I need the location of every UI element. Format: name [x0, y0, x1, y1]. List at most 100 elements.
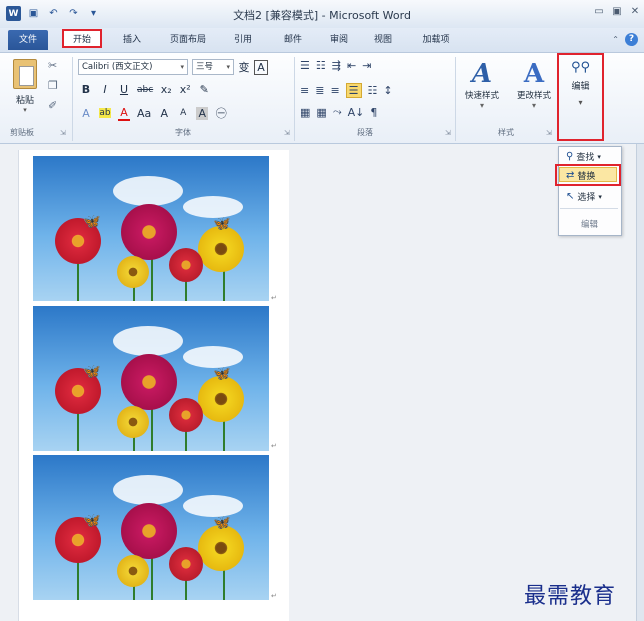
tab-view[interactable]: 视图	[366, 31, 400, 49]
styles-group-label: 样式	[498, 128, 514, 137]
grow-font-icon[interactable]: A	[158, 107, 170, 120]
chevron-down-icon: ▾	[479, 101, 484, 110]
styles-group: A 快速样式 ▾ A 更改样式 ▾	[460, 59, 556, 110]
close-button[interactable]: ✕	[630, 6, 640, 17]
text-effects-icon[interactable]: A	[80, 107, 92, 120]
underline-button[interactable]: U	[118, 83, 130, 96]
phonetic-guide-icon[interactable]: 变	[238, 59, 250, 75]
title-bar: W ▣ ↶ ↷ ▾ 文档2 [兼容模式] - Microsoft Word ▭ …	[0, 0, 644, 29]
group-separator	[455, 57, 456, 141]
minimize-button[interactable]: ▭	[594, 6, 604, 17]
tab-insert[interactable]: 插入	[115, 31, 149, 49]
format-painter-icon[interactable]: ✐	[48, 99, 58, 112]
align-center-icon[interactable]: ≣	[315, 84, 324, 97]
quick-styles-button[interactable]: A 快速样式 ▾	[460, 59, 504, 110]
paragraph-row-2: ≡ ≣ ≡ ☰ ☷ ↕	[300, 83, 393, 98]
help-icon[interactable]: ?	[625, 33, 638, 46]
editing-label: 编辑	[571, 82, 590, 92]
strikethrough-button[interactable]: abc	[137, 85, 153, 95]
font-color-icon[interactable]: A	[118, 106, 130, 121]
butterfly-icon: 🦋	[83, 364, 101, 380]
increase-indent-icon[interactable]: ⇥	[362, 59, 371, 72]
align-right-icon[interactable]: ≡	[330, 84, 339, 97]
chinese-layout-icon[interactable]: ⤳	[333, 105, 342, 119]
change-case-icon[interactable]: Aa	[137, 107, 151, 120]
line-spacing-icon[interactable]: ↕	[383, 84, 392, 97]
butterfly-icon: 🦋	[213, 515, 231, 531]
select-menu-item[interactable]: ↖ 选择 ▾	[566, 190, 602, 203]
paragraph-row-3: ▦ ▦ ⤳ A↓ ¶	[300, 105, 377, 119]
font-size-combo[interactable]: 三号 ▾	[192, 59, 234, 75]
flower-photo-2[interactable]: 🦋 🦋	[33, 306, 269, 451]
clear-format-icon[interactable]: ✎	[198, 83, 210, 96]
tab-file[interactable]: 文件	[8, 30, 48, 50]
justify-icon[interactable]: ☰	[345, 83, 362, 98]
font-name-value: Calibri (西文正文)	[82, 62, 153, 72]
paragraph-launcher-icon[interactable]: ⇲	[445, 129, 451, 137]
clipboard-launcher-icon[interactable]: ⇲	[60, 129, 66, 137]
align-left-icon[interactable]: ≡	[300, 84, 309, 97]
show-marks-icon[interactable]: ¶	[370, 106, 377, 119]
font-row-3: A ab A Aa A A A ㊀	[80, 105, 227, 121]
replace-highlight-box	[555, 164, 621, 186]
tab-review[interactable]: 审阅	[322, 31, 356, 49]
tab-mailings[interactable]: 邮件	[276, 31, 310, 49]
bold-button[interactable]: B	[80, 83, 92, 96]
enclose-char-icon[interactable]: ㊀	[215, 105, 227, 121]
superscript-button[interactable]: x²	[179, 83, 191, 96]
chevron-down-icon: ▾	[23, 106, 27, 114]
shrink-font-icon[interactable]: A	[177, 108, 189, 118]
quick-styles-label: 快速样式	[464, 91, 499, 101]
cut-icon[interactable]: ✂	[48, 59, 58, 72]
editing-button[interactable]: ⚲⚲ 编辑 ▾	[561, 60, 600, 107]
font-launcher-icon[interactable]: ⇲	[284, 129, 290, 137]
tab-addins[interactable]: 加载项	[414, 31, 458, 49]
chevron-down-icon: ▾	[597, 152, 601, 161]
font-row-1: Calibri (西文正文) ▾ 三号 ▾ 变 A	[78, 59, 268, 75]
borders-icon[interactable]: ▦	[316, 106, 326, 119]
font-size-value: 三号	[196, 62, 214, 72]
font-row-2: B I U abc x₂ x² ✎	[80, 83, 210, 96]
flower-photo-1[interactable]: 🦋 🦋	[33, 156, 269, 301]
restore-button[interactable]: ▣	[612, 6, 622, 17]
shading-icon[interactable]: ▦	[300, 106, 310, 119]
styles-launcher-icon[interactable]: ⇲	[546, 129, 552, 137]
group-separator	[294, 57, 295, 141]
butterfly-icon: 🦋	[213, 366, 231, 382]
editing-group-label: 编辑	[581, 220, 599, 230]
find-menu-item[interactable]: ⚲ 查找 ▾	[566, 150, 601, 163]
char-shading-icon[interactable]: A	[196, 106, 209, 120]
change-styles-button[interactable]: A 更改样式 ▾	[512, 59, 556, 110]
change-styles-label: 更改样式	[516, 91, 551, 101]
paste-button[interactable]: 粘贴 ▾	[10, 59, 40, 114]
multilevel-list-icon[interactable]: ⇶	[332, 59, 341, 72]
highlight-icon[interactable]: ab	[99, 108, 111, 118]
vertical-scrollbar[interactable]	[636, 144, 644, 621]
ribbon-minimize-icon[interactable]: ⌃	[612, 35, 619, 44]
tab-references[interactable]: 引用	[226, 31, 260, 49]
butterfly-icon: 🦋	[213, 216, 231, 232]
sort-icon[interactable]: A↓	[348, 106, 365, 119]
paste-label: 粘贴	[15, 96, 34, 106]
watermark-text: 最需教育	[524, 584, 617, 609]
numbering-icon[interactable]: ☷	[316, 59, 326, 72]
cursor-icon: ↖	[566, 191, 575, 202]
italic-button[interactable]: I	[99, 83, 111, 96]
window-title: 文档2 [兼容模式] - Microsoft Word	[233, 9, 411, 22]
menu-separator	[560, 208, 618, 209]
font-name-combo[interactable]: Calibri (西文正文) ▾	[78, 59, 188, 75]
copy-icon[interactable]: ❐	[48, 79, 58, 92]
char-border-icon[interactable]: A	[254, 59, 268, 75]
bullets-icon[interactable]: ☰	[300, 59, 310, 72]
distributed-icon[interactable]: ☷	[368, 84, 378, 97]
select-label: 选择	[577, 193, 596, 203]
ribbon: 粘贴 ▾ ✂ ❐ ✐ 剪贴板 ⇲ Calibri (西文正文) ▾ 三号 ▾ 变…	[0, 53, 644, 144]
decrease-indent-icon[interactable]: ⇤	[347, 59, 356, 72]
tab-home[interactable]: 开始	[62, 29, 102, 48]
window-controls: ▭ ▣ ✕	[594, 6, 640, 17]
chevron-down-icon: ▾	[598, 192, 602, 201]
find-label: 查找	[576, 153, 595, 163]
subscript-button[interactable]: x₂	[160, 83, 172, 96]
flower-photo-3[interactable]: 🦋 🦋	[33, 455, 269, 600]
tab-page-layout[interactable]: 页面布局	[160, 31, 216, 49]
